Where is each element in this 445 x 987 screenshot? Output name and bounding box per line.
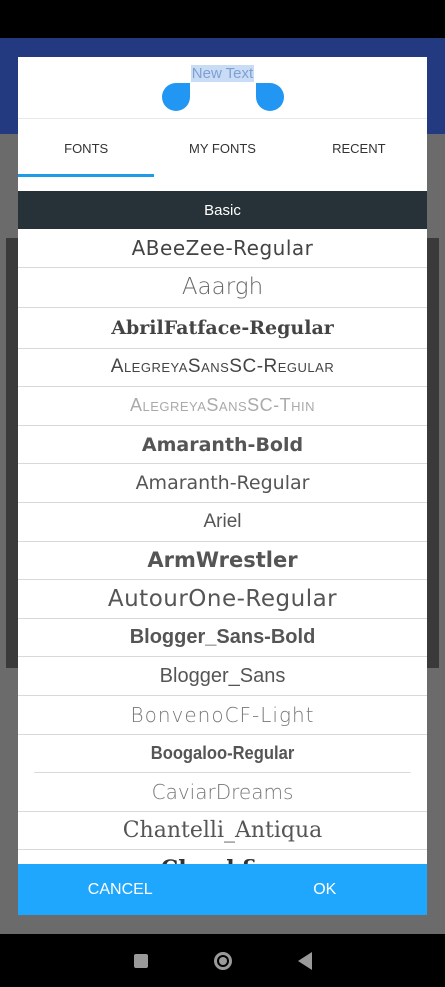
font-item[interactable]: CaviarDreams (18, 773, 427, 812)
font-item[interactable]: Amaranth-Bold (18, 426, 427, 465)
font-picker-dialog: New Text FONTS MY FONTS RECENT Basic ABe… (18, 57, 427, 915)
font-item[interactable]: AutourOne-Regular (18, 580, 427, 619)
selected-text: New Text (190, 65, 255, 82)
font-item[interactable]: BonvenoCF-Light (18, 696, 427, 735)
preview-text[interactable]: New Text (18, 65, 427, 82)
font-item[interactable]: Blogger_Sans-Bold (18, 619, 427, 658)
font-item[interactable]: Aaargh (18, 268, 427, 308)
font-item[interactable]: ABeeZee-Regular (18, 229, 427, 268)
font-item[interactable]: ArmWrestler (18, 542, 427, 581)
selection-handle-left[interactable] (162, 83, 190, 111)
tab-fonts[interactable]: FONTS (18, 119, 155, 177)
text-preview: New Text (18, 57, 427, 117)
tab-my-fonts[interactable]: MY FONTS (154, 119, 290, 177)
font-item[interactable]: Blogger_Sans (18, 657, 427, 696)
back-icon[interactable] (297, 951, 312, 970)
status-bar (0, 0, 445, 38)
dialog-buttons: CANCEL OK (18, 864, 427, 915)
font-item[interactable]: AlegreyaSansSC-Regular (18, 349, 427, 388)
font-item[interactable]: Chunkfive (18, 850, 427, 865)
recent-apps-icon[interactable] (133, 953, 148, 968)
navigation-bar (0, 934, 445, 987)
tab-recent[interactable]: RECENT (291, 119, 427, 177)
font-item[interactable]: AbrilFatface-Regular (18, 308, 427, 349)
font-item[interactable]: Ariel (18, 503, 427, 542)
ok-button[interactable]: OK (223, 864, 428, 915)
section-header-basic: Basic (18, 191, 427, 229)
selection-handle-right[interactable] (256, 83, 284, 111)
font-item[interactable]: Chantelli_Antiqua (18, 812, 427, 851)
home-icon[interactable] (213, 951, 232, 970)
font-item[interactable]: AlegreyaSansSC-Thin (18, 387, 427, 426)
font-list[interactable]: ABeeZee-Regular Aaargh AbrilFatface-Regu… (18, 229, 427, 865)
font-item[interactable]: Amaranth-Regular (18, 464, 427, 503)
font-tabs: FONTS MY FONTS RECENT (18, 118, 427, 177)
cancel-button[interactable]: CANCEL (18, 864, 223, 915)
font-item[interactable]: Boogaloo-Regular (34, 735, 411, 774)
